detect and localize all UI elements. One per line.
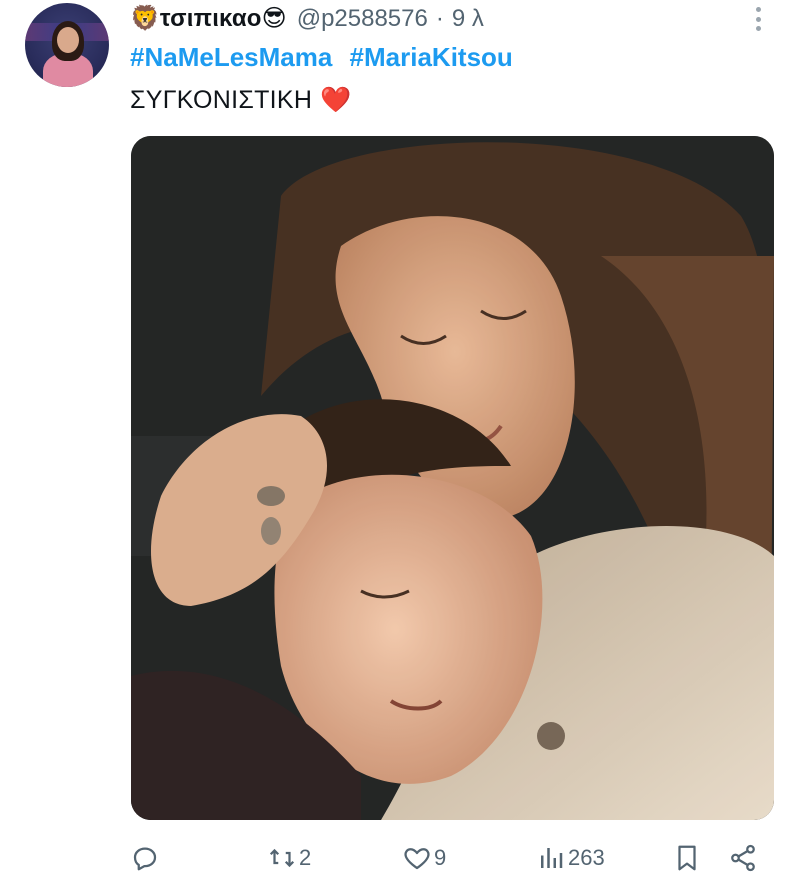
hashtag-link[interactable]: #MariaKitsou xyxy=(350,42,513,72)
like-button[interactable]: 9 xyxy=(402,838,446,878)
action-bar: 2 9 263 xyxy=(130,838,770,878)
share-icon xyxy=(731,844,755,872)
avatar-face xyxy=(57,27,79,53)
tweet-text: ΣΥΓΚΟΝΙΣΤΙΚΗ ❤️ xyxy=(130,86,352,115)
more-vertical-icon[interactable] xyxy=(748,4,768,34)
like-count: 9 xyxy=(434,845,447,870)
retweet-icon xyxy=(269,848,295,868)
hashtag-link[interactable]: #NaMeLesMama xyxy=(130,42,332,72)
avatar[interactable] xyxy=(25,3,109,87)
retweet-count: 2 xyxy=(299,845,312,870)
timestamp[interactable]: 9 λ xyxy=(452,5,484,33)
display-name[interactable]: τσιπικαο xyxy=(160,5,262,33)
heart-icon xyxy=(404,848,430,870)
bookmark-button[interactable] xyxy=(672,838,702,878)
heart-emoji: ❤️ xyxy=(320,86,352,114)
sunglasses-emoji: 😎 xyxy=(261,5,287,32)
tweet-text-content: ΣΥΓΚΟΝΙΣΤΙΚΗ xyxy=(130,86,313,114)
hashtags: #NaMeLesMama #MariaKitsou xyxy=(130,42,523,73)
bookmark-icon xyxy=(678,845,696,871)
user-handle[interactable]: @p2588576 xyxy=(297,5,428,33)
reply-icon xyxy=(133,847,157,871)
views-count: 263 xyxy=(568,845,605,870)
separator-dot: · xyxy=(435,5,444,32)
views-button[interactable]: 263 xyxy=(536,838,605,878)
views-icon xyxy=(541,848,563,868)
retweet-button[interactable]: 2 xyxy=(267,838,311,878)
reply-button[interactable] xyxy=(130,838,162,878)
photo-illustration xyxy=(131,136,774,820)
lion-emoji: 🦁 xyxy=(130,5,160,32)
share-button[interactable] xyxy=(728,838,758,878)
tweet-header: 🦁 τσιπικαο 😎 @p2588576 · 9 λ xyxy=(130,2,484,36)
tweet-image[interactable] xyxy=(131,136,774,820)
